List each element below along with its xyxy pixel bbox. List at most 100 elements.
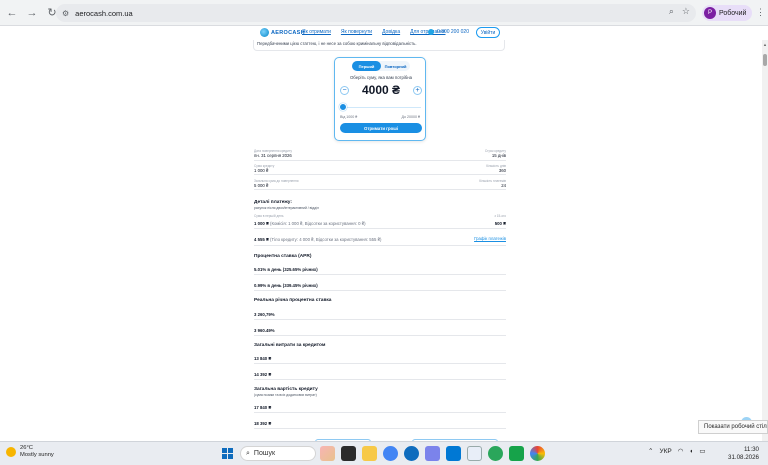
slider-max-label: До 20000 ₴ (401, 115, 420, 119)
expenses-value-1: 13 840 ₴ (254, 356, 272, 361)
real-rate-value-1: 3 260,79% (254, 312, 275, 317)
amount-slider-thumb[interactable] (339, 103, 348, 111)
torrent-icon[interactable] (488, 446, 503, 461)
taskbar-search-placeholder: Пошук (253, 450, 276, 457)
language-indicator[interactable]: УКР (659, 448, 671, 455)
clock[interactable]: 11:30 31.08.2026 (728, 446, 759, 462)
payment-row-1: Сума в першій день 1 000 ₴ (Комісія: 1 0… (254, 214, 506, 229)
start-button[interactable] (222, 448, 233, 459)
payment-schedule-link[interactable]: Графік платежів (474, 236, 506, 241)
apr-value-1: 5.01% в день (325.65% річних) (254, 267, 318, 272)
clock-time: 11:30 (743, 446, 759, 453)
phone-icon (428, 29, 434, 35)
chrome-icon[interactable] (383, 446, 398, 461)
logo-icon (260, 28, 269, 37)
amount-slider-track[interactable] (341, 107, 421, 108)
payment-row-2: 4 555 ₴ (Тіло кредиту: 4 000 ₴, Відсотки… (254, 232, 506, 246)
apr-row-2: 0.99% в день (339.45% річних) (254, 278, 506, 291)
show-desktop-tooltip: Показати робочий стіл (698, 420, 768, 434)
payment-row-1-amount: 1 000 ₴ (254, 221, 269, 226)
payment-row-1-value: 1 000 ₴ (Комісія: 1 000 ₴, Відсотки за к… (254, 221, 506, 226)
payment-row-1-right-label: з 15-ого (494, 214, 506, 218)
calculator-tabs: Перший Повторний (352, 61, 410, 71)
apr-value-2: 0.99% в день (339.45% річних) (254, 283, 318, 288)
app-icon[interactable] (467, 446, 482, 461)
login-button[interactable]: Увійти (476, 27, 500, 38)
total-cost-subtitle: (сума позики та всіх додаткових витрат) (254, 393, 317, 397)
battery-icon[interactable]: ▭ (699, 447, 705, 455)
teams-icon[interactable] (425, 446, 440, 461)
payment-row-1-right-value: 500 ₴ (494, 221, 506, 226)
total-cost-value-2: 18 392 ₴ (254, 421, 272, 426)
page-content: Передбаченими цією статтею, і не несе за… (0, 40, 762, 441)
edge-icon[interactable] (404, 446, 419, 461)
site-logo[interactable]: AEROCASH (260, 28, 305, 37)
browser-menu-icon[interactable]: ⋮ (756, 7, 765, 18)
phone-link[interactable]: 0 800 200 020 (428, 29, 469, 35)
scroll-up-icon[interactable]: ▲ (762, 42, 768, 47)
payment-row-2-breakdown: (Тіло кредиту: 4 000 ₴, Відсотки за кори… (270, 237, 382, 242)
site-info-icon[interactable]: ⚙ (62, 9, 69, 18)
payment-row-2-amount: 4 555 ₴ (254, 237, 269, 242)
payment-row-1-label: Сума в першій день (254, 214, 284, 218)
forward-icon[interactable]: → (24, 5, 40, 21)
chrome-profile-icon[interactable] (530, 446, 545, 461)
nav-link-help[interactable]: Довідка (382, 29, 400, 35)
total-cost-row-2: 18 392 ₴ (254, 416, 506, 429)
expenses-row-1: 13 840 ₴ (254, 351, 506, 364)
total-cost-title: Загальна вартість кредиту (254, 387, 318, 392)
slider-min-label: Від 1000 ₴ (340, 115, 358, 119)
tab-first-loan[interactable]: Перший (352, 61, 381, 71)
increase-amount-button[interactable]: + (413, 86, 422, 95)
term-value: 15 днів (491, 153, 506, 158)
real-rate-row-1: 3 260,79% (254, 306, 506, 320)
detail-row-due: Дата повернення кредиту пн. 31 серпня 20… (254, 149, 506, 161)
detail-row-total: Загальна сума до повернення 5 000 ₴ Кіль… (254, 179, 506, 190)
due-value: пн. 31 серпня 2026 (254, 153, 292, 158)
apr-row-1: 5.01% в день (325.65% річних) (254, 262, 506, 275)
search-icon[interactable]: ⌕ (669, 6, 674, 17)
warning-text: Передбаченими цією статтею, і не несе за… (253, 40, 505, 51)
profile-button[interactable]: Р Робочий (702, 5, 753, 21)
real-rate-title: Реальна річна процентна ставка (254, 298, 332, 303)
payment-details-title: Деталі платежу: (254, 200, 292, 205)
payments-count-value: 24 (501, 183, 506, 188)
phone-number: 0 800 200 020 (437, 29, 469, 35)
get-money-button[interactable]: Отримати гроші (340, 123, 422, 133)
taskbar-apps (320, 446, 545, 461)
address-bar[interactable]: ⚙ aerocash.com.ua ⌕ ☆ (56, 4, 696, 22)
back-icon[interactable]: ← (4, 5, 20, 21)
volume-icon[interactable]: ◖ (689, 448, 693, 455)
excel-icon[interactable] (509, 446, 524, 461)
site-nav: Як отримати Як повернути Довідка Для отр… (302, 29, 446, 35)
file-explorer-icon[interactable] (362, 446, 377, 461)
apr-title: Процентна ставка (APR) (254, 254, 312, 259)
payment-details-subtitle: рахунок після двох/інтерактивний / відді… (254, 206, 319, 210)
page-scrollbar[interactable]: ▲ (762, 40, 768, 441)
amount-prompt: Оберіть суму, яка вам потрібна (349, 75, 413, 80)
nav-link-how-to-get[interactable]: Як отримати (302, 29, 331, 35)
site-header: AEROCASH Як отримати Як повернути Довідк… (0, 26, 762, 40)
expenses-value-2: 14 392 ₴ (254, 372, 272, 377)
total-cost-value-1: 17 840 ₴ (254, 405, 272, 410)
weather-temperature: 26°C (20, 445, 33, 451)
real-rate-row-2: 3 960.49% (254, 323, 506, 336)
profile-name: Робочий (719, 9, 747, 17)
tray-overflow-icon[interactable]: ⌃ (648, 447, 653, 455)
tab-repeat-loan[interactable]: Повторний (381, 61, 410, 71)
wifi-icon[interactable]: ◠ (678, 447, 684, 455)
avatar: Р (704, 7, 716, 19)
taskbar-search[interactable]: ⌕ Пошук (240, 446, 316, 461)
search-icon: ⌕ (246, 449, 250, 457)
payment-row-1-breakdown: (Комісія: 1 000 ₴, Відсотки за користува… (270, 221, 366, 226)
credit-amount-value: 1 000 ₴ (254, 168, 269, 173)
news-app-icon[interactable] (320, 446, 335, 461)
nav-link-how-to-repay[interactable]: Як повернути (341, 29, 372, 35)
task-view-icon[interactable] (341, 446, 356, 461)
system-tray: ⌃ УКР ◠ ◖ ▭ (648, 447, 705, 456)
total-return-value: 5 000 ₴ (254, 183, 269, 188)
weather-widget[interactable]: 26°C Mostly sunny (6, 445, 54, 459)
scrollbar-thumb[interactable] (763, 54, 767, 66)
bookmark-star-icon[interactable]: ☆ (682, 6, 690, 17)
store-icon[interactable] (446, 446, 461, 461)
